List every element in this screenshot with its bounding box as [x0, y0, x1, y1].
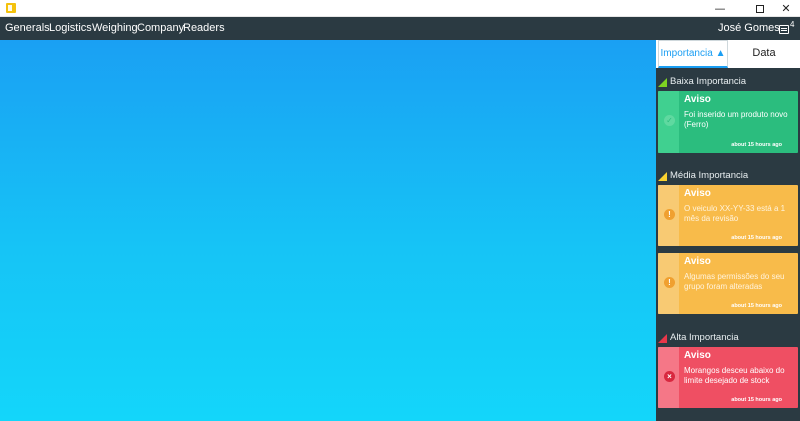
check-circle-icon: ✓	[664, 115, 675, 126]
exclamation-circle-icon: !	[664, 277, 675, 288]
nav-item-weighing[interactable]: Weighing	[92, 17, 138, 40]
section-low-importance: Baixa Importancia	[658, 75, 746, 89]
card-title: Aviso	[684, 94, 711, 105]
sort-tabs: Importancia ▲ Data	[656, 40, 800, 68]
card-timestamp: about 15 hours ago	[731, 235, 782, 241]
maximize-icon	[756, 5, 764, 13]
notification-card[interactable]: ! Aviso O veiculo XX-YY-33 está a 1 mês …	[658, 185, 798, 246]
card-timestamp: about 15 hours ago	[731, 303, 782, 309]
maximize-button[interactable]	[746, 0, 774, 17]
yellow-triangle-icon	[658, 172, 667, 181]
section-title: Alta Importancia	[670, 332, 739, 343]
card-message: O veiculo XX-YY-33 está a 1 mês da revis…	[684, 204, 786, 223]
minimize-button[interactable]: —	[706, 0, 734, 17]
section-medium-importance: Média Importancia	[658, 169, 748, 183]
nav-item-logistics[interactable]: Logistics	[49, 17, 92, 40]
card-title: Aviso	[684, 188, 711, 199]
green-triangle-icon	[658, 78, 667, 87]
notification-card[interactable]: ✓ Aviso Foi inserido um produto novo (Fe…	[658, 91, 798, 153]
section-high-importance: Alta Importancia	[658, 331, 739, 345]
notification-card[interactable]: × Aviso Morangos desceu abaixo do limite…	[658, 347, 798, 408]
card-message: Algumas permissões do seu grupo foram al…	[684, 272, 785, 291]
app-icon	[6, 3, 16, 13]
card-title: Aviso	[684, 256, 711, 267]
nav-item-company[interactable]: Company	[137, 17, 184, 40]
window-titlebar: — ✕	[0, 0, 800, 17]
card-timestamp: about 15 hours ago	[731, 142, 782, 148]
x-circle-icon: ×	[664, 371, 675, 382]
notifications-icon[interactable]	[779, 25, 789, 34]
card-message: Morangos desceu abaixo do limite desejad…	[684, 366, 785, 385]
exclamation-circle-icon: !	[664, 209, 675, 220]
close-button[interactable]: ✕	[772, 0, 800, 17]
nav-item-readers[interactable]: Readers	[183, 17, 225, 40]
notifications-panel: Importancia ▲ Data Baixa Importancia ✓ A…	[656, 40, 800, 421]
user-name[interactable]: José Gomes	[718, 17, 780, 40]
tab-importance[interactable]: Importancia ▲	[658, 40, 728, 68]
card-message: Foi inserido um produto novo (Ferro)	[684, 110, 788, 129]
tab-importance-label: Importancia	[660, 48, 713, 59]
notification-card[interactable]: ! Aviso Algumas permissões do seu grupo …	[658, 253, 798, 314]
sort-ascending-icon: ▲	[715, 48, 726, 59]
section-title: Baixa Importancia	[670, 76, 747, 87]
section-title: Média Importancia	[670, 170, 749, 181]
nav-item-generals[interactable]: Generals	[5, 17, 50, 40]
tab-date[interactable]: Data	[728, 40, 800, 68]
notification-count-badge: 4	[790, 20, 795, 29]
card-timestamp: about 15 hours ago	[731, 397, 782, 403]
main-content-area	[0, 40, 656, 421]
top-navbar: Generals Logistics Weighing Company Read…	[0, 17, 800, 40]
red-triangle-icon	[658, 334, 667, 343]
card-title: Aviso	[684, 350, 711, 361]
